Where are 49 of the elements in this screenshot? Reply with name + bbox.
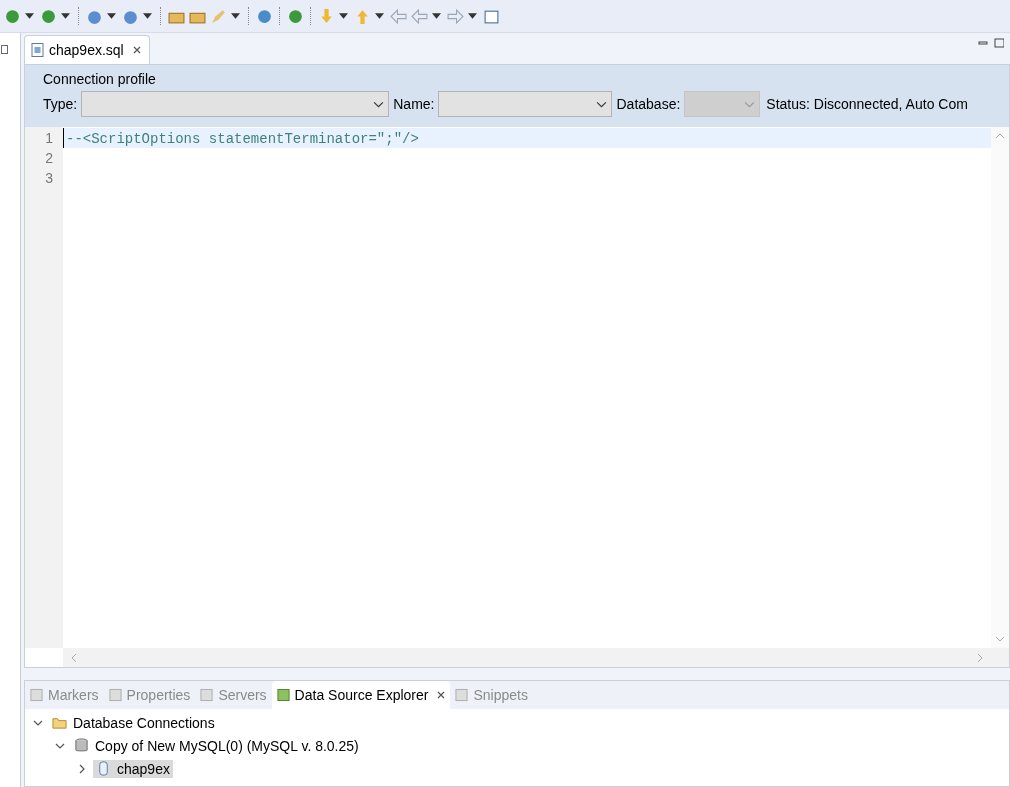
view-icon xyxy=(455,688,469,702)
caret-icon[interactable] xyxy=(339,13,348,19)
scroll-down-icon[interactable] xyxy=(995,636,1005,642)
toolbar-icon[interactable] xyxy=(390,7,407,25)
vertical-scrollbar[interactable] xyxy=(991,127,1009,648)
horizontal-scrollbar[interactable] xyxy=(63,648,1009,667)
tree-item[interactable]: chap9ex xyxy=(93,759,173,778)
folder-icon xyxy=(52,715,67,730)
chevron-down-icon[interactable] xyxy=(373,100,385,108)
caret-icon[interactable] xyxy=(143,13,152,19)
caret-icon[interactable] xyxy=(25,13,34,19)
caret-icon[interactable] xyxy=(432,13,441,19)
panel-title: Connection profile xyxy=(43,71,157,87)
database-icon xyxy=(74,738,89,753)
view-icon xyxy=(30,688,43,702)
scroll-left-icon[interactable] xyxy=(71,652,77,663)
view-tab[interactable]: Data Source Explorer xyxy=(271,681,451,709)
tree-item[interactable]: Database Connections xyxy=(49,713,218,732)
close-icon[interactable] xyxy=(437,691,446,699)
cylinder-icon xyxy=(96,761,111,776)
view-icon[interactable] xyxy=(1,45,8,54)
caret-icon[interactable] xyxy=(61,13,70,19)
connection-status: Status: Disconnected, Auto Com xyxy=(766,96,968,112)
view-icon xyxy=(200,688,214,702)
caret-icon[interactable] xyxy=(231,13,240,19)
field-label: Type: xyxy=(43,96,78,112)
line-number: 2 xyxy=(45,149,53,168)
view-icon xyxy=(276,688,290,702)
caret-icon[interactable] xyxy=(375,13,384,19)
sql-file-icon xyxy=(31,43,44,57)
caret-icon[interactable] xyxy=(468,13,477,19)
caret-icon[interactable] xyxy=(107,13,116,19)
chevron-right-icon[interactable] xyxy=(77,763,87,774)
view-icon xyxy=(108,688,122,702)
chevron-down-icon[interactable] xyxy=(596,100,608,108)
toolbar-icon[interactable] xyxy=(256,7,273,25)
scroll-up-icon[interactable] xyxy=(995,133,1005,139)
line-number: 3 xyxy=(45,169,53,188)
code-line: --<ScriptOptions statementTerminator=";"/> xyxy=(66,131,419,147)
field-label: Name: xyxy=(393,96,435,112)
maximize-icon[interactable] xyxy=(994,38,1004,48)
line-number: 1 xyxy=(45,129,53,148)
field-label: Database: xyxy=(616,96,681,112)
editor-tab[interactable]: chap9ex.sql xyxy=(24,35,150,64)
tree-item[interactable]: Copy of New MySQL(0) (MySQL v. 8.0.25) xyxy=(71,736,362,755)
scroll-right-icon[interactable] xyxy=(977,652,983,663)
toolbar-icon[interactable] xyxy=(287,7,304,25)
minimize-icon[interactable] xyxy=(978,38,988,48)
close-icon[interactable] xyxy=(132,46,141,54)
